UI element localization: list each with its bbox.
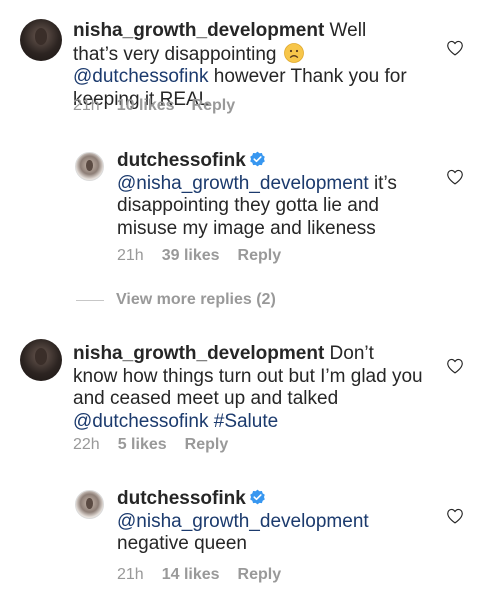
- comment-username[interactable]: dutchessofink: [117, 488, 246, 509]
- comment-username[interactable]: dutchessofink: [117, 150, 246, 171]
- comment-likes[interactable]: 10 likes: [117, 97, 175, 115]
- comment-mention[interactable]: @dutchessofink: [73, 411, 208, 432]
- comment-body: dutchessofink @nisha_growth_development …: [117, 488, 417, 556]
- verified-badge-icon: [250, 489, 265, 505]
- avatar-photo: [34, 28, 48, 46]
- heart-outline-icon[interactable]: [446, 40, 464, 56]
- comment-likes[interactable]: 5 likes: [118, 436, 167, 454]
- comment-time: 22h: [73, 436, 100, 453]
- reply-button[interactable]: Reply: [192, 97, 236, 115]
- comment-mention[interactable]: @nisha_growth_development: [117, 511, 369, 532]
- view-more-replies-label: View more replies (2): [116, 291, 276, 308]
- verified-badge-icon: [250, 151, 265, 167]
- reply-button[interactable]: Reply: [185, 436, 229, 454]
- comment-username[interactable]: nisha_growth_development: [73, 343, 324, 364]
- comment-body: dutchessofink @nisha_growth_development …: [117, 150, 417, 240]
- comment-meta: 21h 10 likes Reply: [73, 97, 235, 115]
- heart-outline-icon[interactable]: [446, 508, 464, 524]
- heart-outline-icon[interactable]: [446, 358, 464, 374]
- comment-username[interactable]: nisha_growth_development: [73, 20, 324, 41]
- comment-time: 21h: [73, 97, 100, 114]
- comment-hashtag[interactable]: #Salute: [214, 411, 278, 432]
- comment-meta: 21h 39 likes Reply: [117, 247, 281, 265]
- frowning-face-emoji: [283, 42, 304, 63]
- comment-body: nisha_growth_development Don’t know how …: [73, 343, 423, 433]
- avatar[interactable]: [75, 152, 104, 181]
- comment-mention[interactable]: @dutchessofink: [73, 66, 208, 87]
- view-more-replies-button[interactable]: View more replies (2): [76, 291, 276, 309]
- divider-line: [76, 299, 104, 301]
- avatar[interactable]: [20, 339, 62, 381]
- avatar[interactable]: [20, 19, 62, 61]
- comment-time: 21h: [117, 247, 144, 264]
- comment-meta: 22h 5 likes Reply: [73, 436, 228, 454]
- avatar-photo: [86, 159, 93, 172]
- comment-likes[interactable]: 39 likes: [162, 247, 220, 265]
- avatar-photo: [86, 497, 93, 510]
- comment-meta: 21h 14 likes Reply: [117, 566, 281, 584]
- avatar[interactable]: [75, 490, 104, 519]
- reply-button[interactable]: Reply: [238, 566, 282, 584]
- comment-mention[interactable]: @nisha_growth_development: [117, 173, 369, 194]
- comment-likes[interactable]: 14 likes: [162, 566, 220, 584]
- avatar-photo: [34, 348, 48, 366]
- comment-text: negative queen: [117, 533, 247, 554]
- comment-time: 21h: [117, 566, 144, 583]
- heart-outline-icon[interactable]: [446, 169, 464, 185]
- reply-button[interactable]: Reply: [238, 247, 282, 265]
